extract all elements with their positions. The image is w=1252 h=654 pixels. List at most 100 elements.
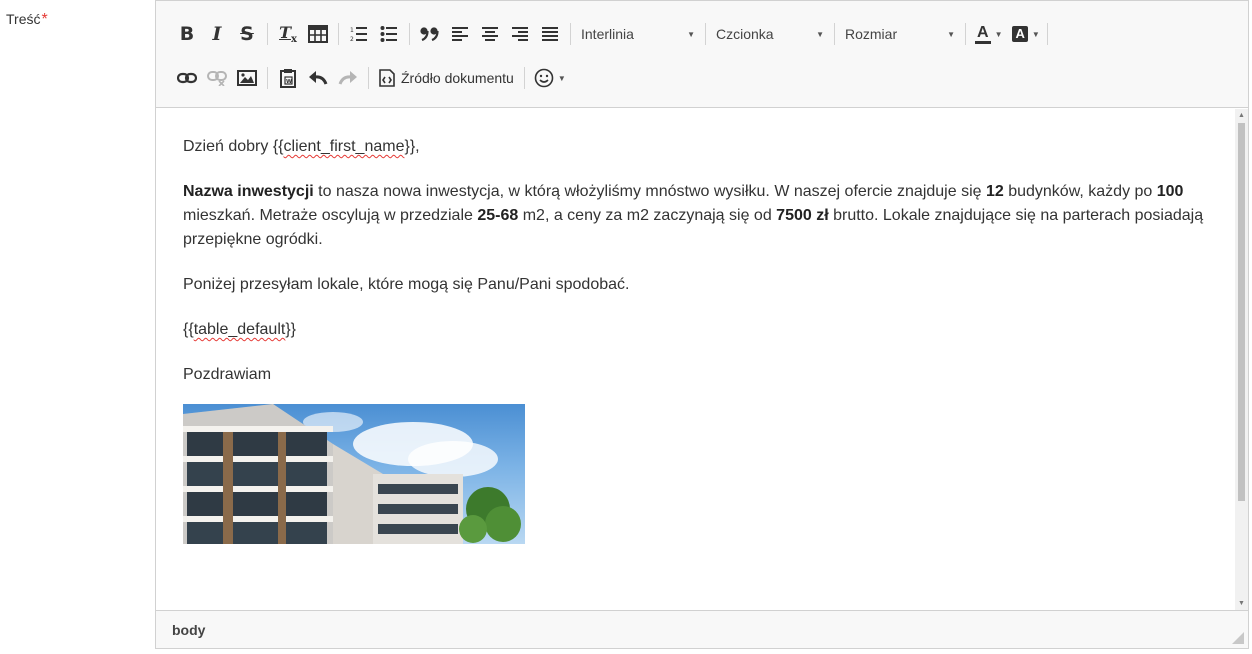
toolbar-row-2: W Źródło dokumentu ▼ bbox=[173, 63, 569, 93]
chevron-down-icon: ▼ bbox=[994, 29, 1003, 39]
background-color-button[interactable]: A ▼ bbox=[1009, 20, 1042, 48]
resize-handle-icon[interactable] bbox=[1232, 632, 1244, 644]
scrollbar-thumb[interactable] bbox=[1238, 123, 1245, 501]
toolbar-separator bbox=[965, 23, 966, 45]
bulleted-list-button[interactable] bbox=[375, 20, 403, 48]
unlink-button[interactable] bbox=[203, 64, 231, 92]
size-dropdown[interactable]: Rozmiar ▼ bbox=[841, 20, 961, 48]
strikethrough-button[interactable]: S bbox=[233, 20, 261, 48]
undo-icon bbox=[309, 71, 328, 85]
field-label-text: Treść bbox=[6, 11, 41, 27]
remove-format-main: T bbox=[279, 22, 291, 42]
price-value: 7500 zł bbox=[776, 207, 829, 224]
toolbar-separator bbox=[834, 23, 835, 45]
text-color-icon: A bbox=[975, 24, 991, 44]
required-mark: * bbox=[41, 11, 48, 28]
image-button[interactable] bbox=[233, 64, 261, 92]
greeting-suffix: }}, bbox=[404, 138, 420, 155]
source-button[interactable]: Źródło dokumentu bbox=[375, 64, 520, 92]
svg-text:W: W bbox=[286, 79, 292, 85]
paste-from-word-button[interactable]: W bbox=[274, 64, 302, 92]
chevron-down-icon: ▼ bbox=[557, 73, 566, 83]
svg-text:1: 1 bbox=[350, 27, 354, 34]
chevron-down-icon: ▼ bbox=[1031, 29, 1040, 39]
justify-icon bbox=[542, 27, 558, 41]
placeholder-table-default: table_default bbox=[193, 321, 286, 338]
redo-icon bbox=[338, 71, 357, 85]
editor-toolbar: B I S Tx 12 Interlinia ▼ Czcionka ▼ Rozm… bbox=[156, 1, 1248, 108]
strikethrough-icon: S bbox=[240, 23, 254, 45]
link-icon bbox=[177, 72, 197, 84]
element-path[interactable]: body bbox=[172, 622, 205, 638]
toolbar-separator bbox=[409, 23, 410, 45]
undo-button[interactable] bbox=[304, 64, 332, 92]
editor-content[interactable]: Dzień dobry {{client_first_name}}, Nazwa… bbox=[156, 109, 1235, 610]
source-label: Źródło dokumentu bbox=[401, 70, 514, 86]
redo-button[interactable] bbox=[334, 64, 362, 92]
blockquote-button[interactable] bbox=[416, 20, 444, 48]
toolbar-separator bbox=[1046, 23, 1048, 45]
justify-button[interactable] bbox=[536, 20, 564, 48]
font-dropdown[interactable]: Czcionka ▼ bbox=[712, 20, 830, 48]
paste-word-icon: W bbox=[280, 69, 296, 88]
source-icon bbox=[379, 69, 395, 87]
building-photo-graphic bbox=[183, 404, 521, 544]
greeting-paragraph: Dzień dobry {{client_first_name}}, bbox=[183, 135, 1208, 159]
bold-button[interactable]: B bbox=[173, 20, 201, 48]
text-color-button[interactable]: A ▼ bbox=[972, 20, 1005, 48]
offer-paragraph: Poniżej przesyłam lokale, które mogą się… bbox=[183, 276, 630, 293]
editor-scrollbar[interactable]: ▲ ▼ bbox=[1235, 109, 1248, 610]
toolbar-separator bbox=[267, 23, 268, 45]
toolbar-separator bbox=[338, 23, 339, 45]
smiley-icon bbox=[534, 68, 554, 88]
chevron-down-icon: ▼ bbox=[816, 29, 824, 39]
bulleted-list-icon bbox=[380, 26, 397, 42]
background-color-icon: A bbox=[1012, 26, 1028, 42]
unlink-icon bbox=[207, 71, 227, 86]
building-image[interactable] bbox=[183, 404, 525, 544]
table-prefix: {{ bbox=[183, 321, 194, 338]
align-center-icon bbox=[482, 27, 498, 41]
chevron-down-icon: ▼ bbox=[947, 29, 955, 39]
svg-text:2: 2 bbox=[350, 36, 354, 43]
area-range: 25-68 bbox=[477, 207, 519, 224]
toolbar-separator bbox=[705, 23, 706, 45]
align-center-button[interactable] bbox=[476, 20, 504, 48]
rich-text-editor: B I S Tx 12 Interlinia ▼ Czcionka ▼ Rozm… bbox=[155, 0, 1249, 649]
align-right-button[interactable] bbox=[506, 20, 534, 48]
table-suffix: }} bbox=[285, 321, 297, 338]
link-button[interactable] bbox=[173, 64, 201, 92]
align-right-icon bbox=[512, 27, 528, 41]
text-span: budynków, każdy po bbox=[1003, 183, 1157, 200]
buildings-count: 12 bbox=[985, 183, 1004, 200]
placeholder-client-first-name: client_first_name bbox=[283, 138, 405, 155]
investment-paragraph: Nazwa inwestycji to nasza nowa inwestycj… bbox=[183, 180, 1208, 252]
chevron-down-icon: ▼ bbox=[687, 29, 695, 39]
investment-name: Nazwa inwestycji bbox=[183, 183, 314, 200]
text-span: to nasza nowa inwestycja, w którą włożyl… bbox=[313, 183, 986, 200]
toolbar-separator bbox=[267, 67, 268, 89]
toolbar-separator bbox=[523, 67, 525, 89]
emoji-button[interactable]: ▼ bbox=[531, 64, 569, 92]
italic-icon: I bbox=[212, 23, 222, 45]
remove-format-button[interactable]: Tx bbox=[274, 20, 302, 48]
editor-statusbar: body bbox=[156, 610, 1248, 648]
align-left-icon bbox=[452, 27, 468, 41]
line-height-dropdown[interactable]: Interlinia ▼ bbox=[577, 20, 701, 48]
text-span: mieszkań. Metraże oscylują w przedziale bbox=[183, 207, 478, 224]
toolbar-separator bbox=[368, 67, 369, 89]
scroll-up-icon[interactable]: ▲ bbox=[1235, 109, 1248, 122]
numbered-list-icon: 12 bbox=[350, 27, 367, 43]
table-button[interactable] bbox=[304, 20, 332, 48]
table-icon bbox=[308, 25, 328, 43]
align-left-button[interactable] bbox=[446, 20, 474, 48]
remove-format-sub: x bbox=[290, 34, 297, 46]
font-label: Czcionka bbox=[716, 26, 774, 42]
table-placeholder-paragraph: {{table_default}} bbox=[183, 318, 1208, 342]
remove-format-icon: Tx bbox=[279, 23, 297, 45]
scroll-down-icon[interactable]: ▼ bbox=[1235, 597, 1248, 610]
greeting-prefix: Dzień dobry {{ bbox=[183, 138, 284, 155]
size-label: Rozmiar bbox=[845, 26, 898, 42]
numbered-list-button[interactable]: 12 bbox=[345, 20, 373, 48]
italic-button[interactable]: I bbox=[203, 20, 231, 48]
